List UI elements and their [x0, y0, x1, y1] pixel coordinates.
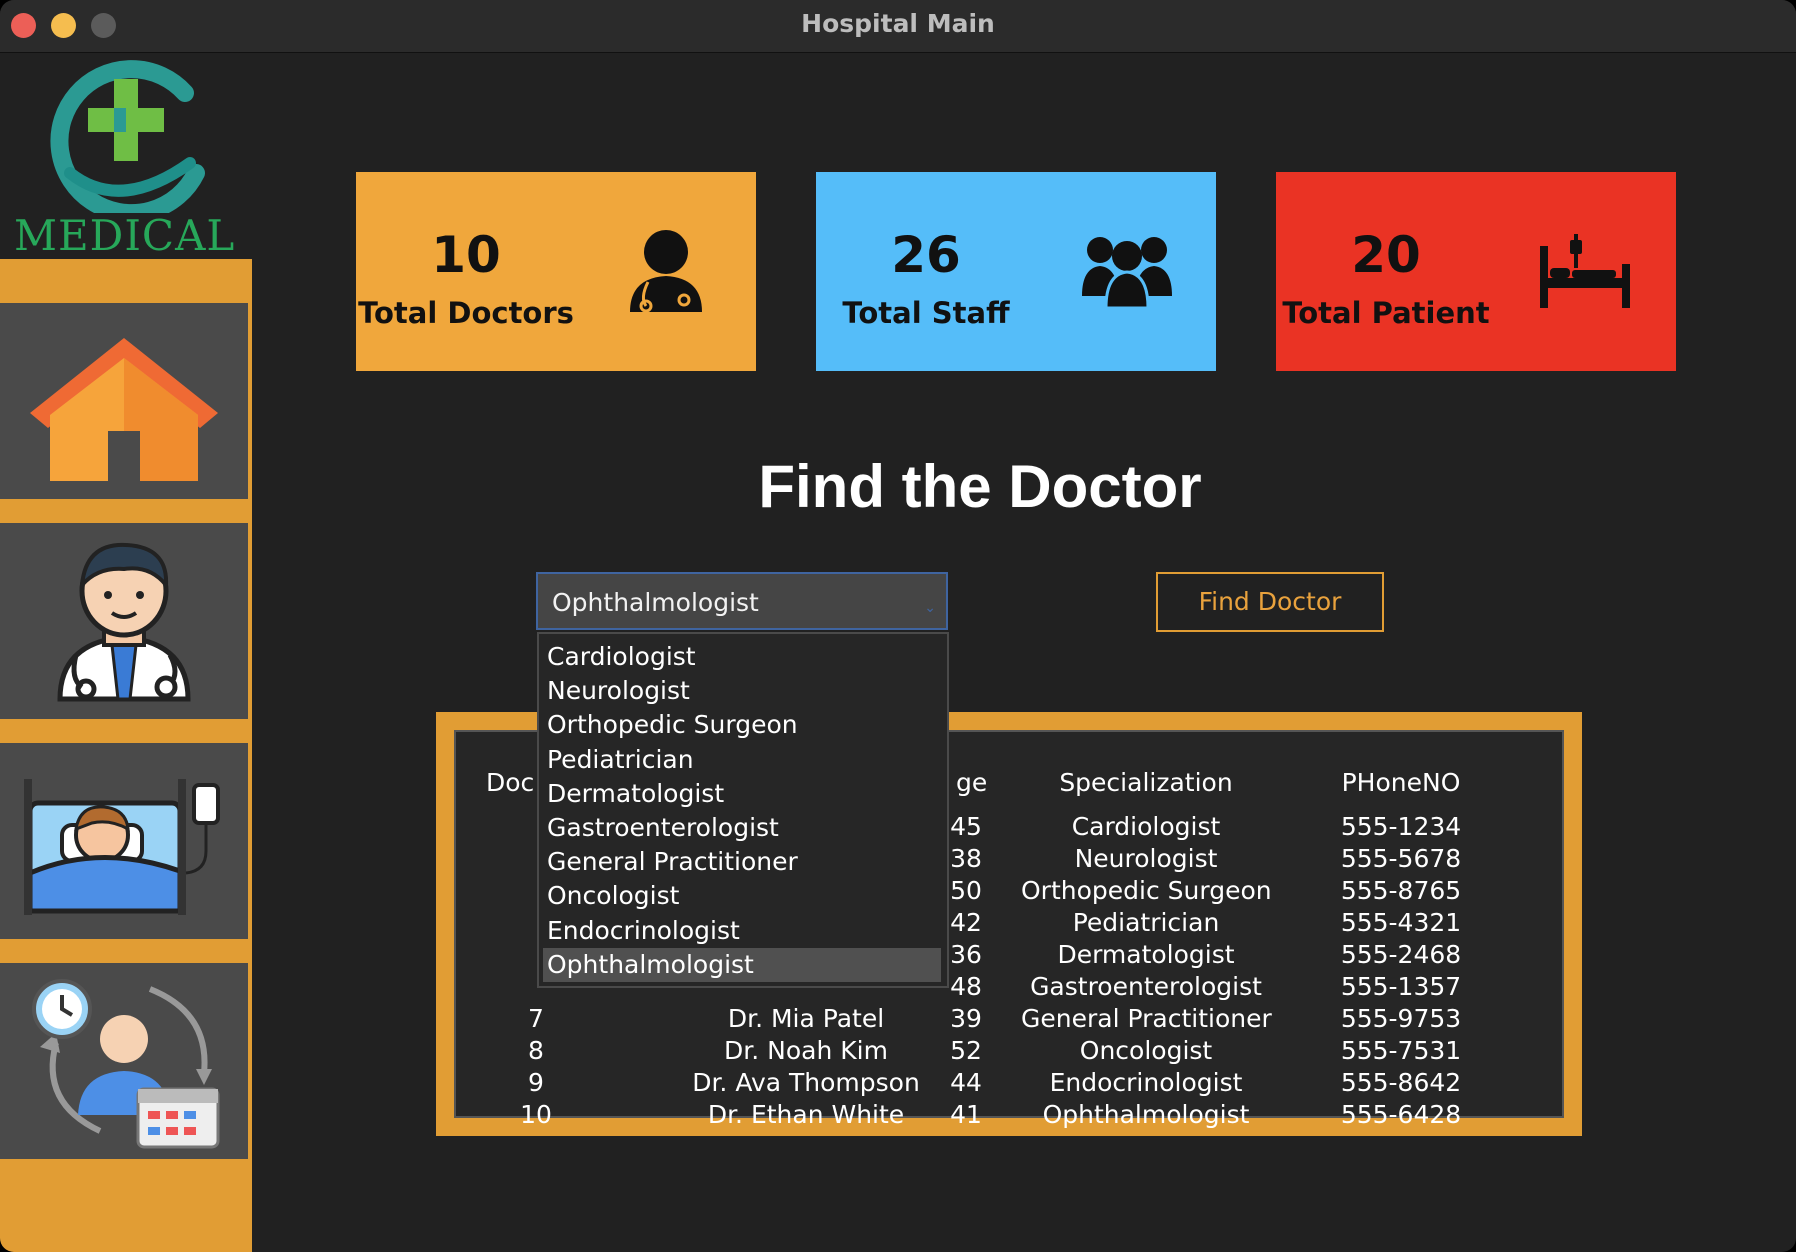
table-cell-id: 10 — [520, 1100, 552, 1129]
column-header-doctor-id[interactable]: Doc — [486, 768, 534, 797]
page-title: Find the Doctor — [758, 453, 1202, 520]
title-bar: Hospital Main — [0, 0, 1796, 53]
nav-doctors-button[interactable] — [0, 523, 248, 719]
table-cell-name: Dr. Noah Kim — [724, 1036, 888, 1065]
doctor-icon — [57, 542, 191, 702]
table-cell-phone: 555-4321 — [1340, 908, 1462, 937]
nav-home-button[interactable] — [0, 303, 248, 499]
logo-text: MEDICAL — [14, 211, 236, 260]
table-cell-spec: Orthopedic Surgeon — [1021, 876, 1272, 905]
column-header-specialization[interactable]: Specialization — [1021, 768, 1271, 797]
hospital-bed-icon — [1540, 234, 1630, 308]
total-doctors-value: 10 — [431, 226, 501, 284]
staff-group-icon — [1082, 237, 1172, 310]
dropdown-option[interactable]: Oncologist — [543, 879, 941, 913]
table-cell-spec: Endocrinologist — [1049, 1068, 1243, 1097]
column-header-phone[interactable]: PHoneNO — [1316, 768, 1486, 797]
logo: MEDICAL — [0, 53, 252, 260]
patient-bed-icon — [24, 779, 220, 915]
table-cell-spec: Pediatrician — [1072, 908, 1220, 937]
total-patient-label: Total Patient — [1282, 296, 1490, 330]
app-window: Hospital Main MEDICAL 10 Total Doctors 2… — [0, 0, 1796, 1252]
table-cell-id: 8 — [528, 1036, 544, 1065]
find-doctor-button[interactable]: Find Doctor — [1156, 572, 1384, 632]
dropdown-option[interactable]: Endocrinologist — [543, 914, 941, 948]
table-cell-phone: 555-5678 — [1340, 844, 1462, 873]
window-title: Hospital Main — [801, 9, 995, 38]
table-cell-age: 41 — [950, 1100, 982, 1129]
table-cell-phone: 555-8642 — [1340, 1068, 1462, 1097]
total-staff-value: 26 — [891, 226, 961, 284]
table-cell-id: 7 — [528, 1004, 544, 1033]
total-patient-card: 20 Total Patient — [1276, 172, 1676, 371]
table-cell-phone: 555-2468 — [1340, 940, 1462, 969]
dropdown-option[interactable]: Cardiologist — [543, 640, 941, 674]
table-cell-spec: Oncologist — [1079, 1036, 1213, 1065]
table-cell-name: Dr. Ethan White — [707, 1100, 905, 1129]
dropdown-option[interactable]: Orthopedic Surgeon — [543, 708, 941, 742]
table-cell-age: 44 — [950, 1068, 982, 1097]
dropdown-option[interactable]: Pediatrician — [543, 743, 941, 777]
total-staff-label: Total Staff — [842, 296, 1010, 330]
table-cell-spec: Gastroenterologist — [1030, 972, 1262, 1001]
table-cell-phone: 555-9753 — [1340, 1004, 1462, 1033]
table-cell-name: Dr. Mia Patel — [727, 1004, 885, 1033]
dropdown-option[interactable]: Ophthalmologist — [543, 947, 941, 982]
table-cell-phone: 555-1234 — [1340, 812, 1462, 841]
dropdown-option[interactable]: Dermatologist — [543, 777, 941, 811]
specialization-dropdown-list: Cardiologist Neurologist Orthopedic Surgeo… — [537, 632, 949, 988]
table-cell-phone: 555-6428 — [1340, 1100, 1462, 1129]
table-cell-age: 52 — [950, 1036, 982, 1065]
table-cell-phone: 555-1357 — [1340, 972, 1462, 1001]
table-cell-id: 9 — [528, 1068, 544, 1097]
table-cell-spec: General Practitioner — [1021, 1004, 1272, 1033]
medical-cross-logo-icon — [50, 60, 205, 223]
specialization-select-value: Ophthalmologist — [552, 588, 759, 617]
sidebar: MEDICAL — [0, 53, 252, 1252]
chevron-down-icon: ⌄ — [924, 600, 936, 616]
total-doctors-label: Total Doctors — [358, 296, 574, 330]
specialization-select[interactable]: Ophthalmologist ⌄ — [536, 572, 948, 630]
total-patient-value: 20 — [1351, 226, 1421, 284]
appointment-icon — [32, 979, 220, 1149]
table-cell-spec: Ophthalmologist — [1042, 1100, 1250, 1129]
column-header-age[interactable]: ge — [956, 768, 987, 797]
nav-appointments-button[interactable] — [0, 963, 248, 1159]
table-cell-spec: Dermatologist — [1057, 940, 1235, 969]
dropdown-option[interactable]: Neurologist — [543, 674, 941, 708]
home-icon — [30, 338, 218, 481]
table-cell-spec: Cardiologist — [1071, 812, 1221, 841]
dropdown-option[interactable]: General Practitioner — [543, 845, 941, 879]
nav-patients-button[interactable] — [0, 743, 248, 939]
table-cell-spec: Neurologist — [1074, 844, 1218, 873]
total-staff-card: 26 Total Staff — [816, 172, 1216, 371]
table-cell-age: 39 — [950, 1004, 982, 1033]
total-doctors-card: 10 Total Doctors — [356, 172, 756, 371]
table-cell-phone: 555-8765 — [1340, 876, 1462, 905]
table-cell-phone: 555-7531 — [1340, 1036, 1462, 1065]
doctor-icon — [630, 230, 702, 313]
table-cell-name: Dr. Ava Thompson — [692, 1068, 920, 1097]
dropdown-option[interactable]: Gastroenterologist — [543, 811, 941, 845]
